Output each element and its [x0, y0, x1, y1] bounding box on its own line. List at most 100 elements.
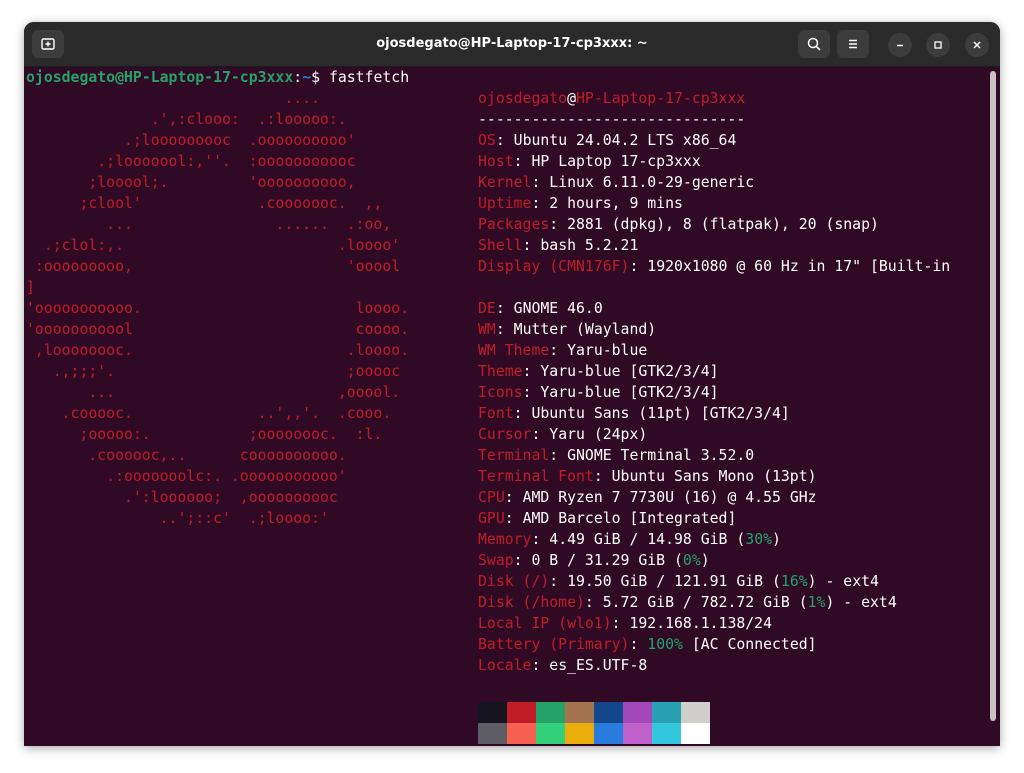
info-key: DE [478, 300, 496, 317]
info-key: OS [478, 132, 496, 149]
info-row: DE: GNOME 46.0 [478, 298, 603, 319]
palette-swatch [478, 723, 507, 744]
palette-swatch [565, 702, 594, 723]
ascii-logo-line: 'ooooooooooo. loooo. [26, 300, 410, 317]
ascii-logo-line: ] [26, 279, 35, 296]
maximize-button[interactable] [926, 33, 950, 57]
palette-swatch [507, 723, 536, 744]
info-title: ojosdegato@HP-Laptop-17-cp3xxx [478, 88, 745, 109]
info-key: CPU [478, 489, 505, 506]
info-value: Ubuntu Sans (11pt) [GTK2/3/4] [531, 405, 790, 422]
info-key: WM Theme [478, 342, 550, 359]
ascii-logo-line: ;ooooo:. ;oooooooc. :l. [26, 426, 383, 443]
ascii-logo-line: .;clol:,. .loooo' [26, 237, 401, 254]
ascii-logo-line: .;looooool:,''. :ooooooooooc [26, 153, 356, 170]
info-separator: ------------------------------ [478, 111, 746, 128]
info-value: es_ES.UTF-8 [549, 657, 648, 674]
info-key: Display (CMN176F) [478, 258, 630, 275]
palette-swatch [652, 723, 681, 744]
close-icon [973, 41, 981, 49]
info-key: Theme [478, 363, 523, 380]
ascii-logo-line: .',:clooo: .:looooo:. [26, 111, 347, 128]
info-key-suffix: : [593, 468, 612, 485]
info-percent: 0% [682, 552, 701, 569]
close-button[interactable] [965, 33, 989, 57]
ascii-logo-line: 'ooooooooool coooo. [26, 321, 410, 338]
palette-swatch [594, 702, 623, 723]
prompt-line: ojosdegato@HP-Laptop-17-cp3xxx:~$ fastfe… [26, 67, 409, 88]
info-row: Display (CMN176F): 1920x1080 @ 60 Hz in … [478, 256, 950, 277]
hamburger-menu-icon [849, 39, 857, 49]
info-key: Host [478, 153, 514, 170]
info-value: 5.72 GiB / 782.72 GiB ( [602, 594, 808, 611]
search-button[interactable] [798, 30, 830, 58]
ascii-logo-line: ..';::c' .;loooo:' [26, 510, 329, 527]
info-user: ojosdegato [478, 90, 568, 107]
info-key: Packages [478, 216, 550, 233]
info-value: GNOME Terminal 3.52.0 [567, 447, 755, 464]
info-value: Ubuntu Sans Mono (13pt) [611, 468, 817, 485]
info-key-suffix: : [531, 195, 550, 212]
info-key: Local IP (wlo1) [478, 615, 612, 632]
info-key: WM [478, 321, 496, 338]
info-value: Yaru-blue [567, 342, 648, 359]
info-key-suffix: : [549, 216, 568, 233]
ascii-logo-line: .coooooc,.. coooooooooo. [26, 447, 347, 464]
prompt-command: fastfetch [328, 69, 410, 86]
info-row: Local IP (wlo1): 192.168.1.138/24 [478, 613, 772, 634]
info-value: Yaru-blue [GTK2/3/4] [540, 384, 719, 401]
info-value: bash 5.2.21 [540, 237, 639, 254]
info-row: OS: Ubuntu 24.04.2 LTS x86_64 [478, 130, 736, 151]
info-row: Disk (/home): 5.72 GiB / 782.72 GiB (1%)… [478, 592, 897, 613]
menu-button[interactable] [837, 30, 869, 58]
info-value-suffix: ) [700, 552, 710, 569]
info-percent: 30% [745, 531, 773, 548]
info-key: Swap [478, 552, 514, 569]
info-row: Terminal Font: Ubuntu Sans Mono (13pt) [478, 466, 817, 487]
info-key: Terminal Font [478, 468, 594, 485]
info-row: CPU: AMD Ryzen 7 7730U (16) @ 4.55 GHz [478, 487, 817, 508]
info-value: AMD Barcelo [Integrated] [522, 510, 737, 527]
info-row: Disk (/): 19.50 GiB / 121.91 GiB (16%) -… [478, 571, 879, 592]
info-key-suffix: : [522, 384, 541, 401]
info-value: HP Laptop 17-cp3xxx [531, 153, 701, 170]
info-key: Font [478, 405, 514, 422]
info-key-suffix: : [549, 342, 568, 359]
search-icon [807, 37, 821, 51]
info-value: AMD Ryzen 7 7730U (16) @ 4.55 GHz [522, 489, 817, 506]
info-value: 2 hours, 9 mins [549, 195, 683, 212]
prompt-colon: : [293, 69, 303, 86]
palette-swatch [565, 723, 594, 744]
info-value: Yaru (24px) [549, 426, 648, 443]
ascii-logo-line: ... ...... .:oo, [26, 216, 392, 233]
ascii-logo-line: .,;;;'. ;ooooc [26, 363, 401, 380]
minimize-button[interactable] [888, 33, 912, 57]
info-value: 1920x1080 @ 60 Hz in 17" [Built-in [647, 258, 951, 275]
info-key-suffix: : [495, 321, 514, 338]
info-key-suffix: : [513, 405, 532, 422]
info-percent: 1% [807, 594, 826, 611]
info-row: Memory: 4.49 GiB / 14.98 GiB (30%) [478, 529, 781, 550]
ascii-logo-line: ;clool' .cooooooc. ,, [26, 195, 383, 212]
info-key-suffix: : [629, 636, 648, 653]
ascii-logo-line: ... ,ooool. [26, 384, 401, 401]
palette-swatch [623, 702, 652, 723]
ascii-logo-line: .:ooooooolc:. .ooooooooooo' [26, 468, 347, 485]
info-row: Shell: bash 5.2.21 [478, 235, 638, 256]
info-key: Cursor [478, 426, 532, 443]
info-key: Icons [478, 384, 523, 401]
info-row: Host: HP Laptop 17-cp3xxx [478, 151, 701, 172]
info-key-suffix: : [504, 489, 523, 506]
info-key-suffix: : [549, 447, 568, 464]
ascii-logo-line: ,loooooooc. .loooo. [26, 342, 410, 359]
scrollbar[interactable] [990, 71, 996, 721]
info-value: Ubuntu 24.04.2 LTS x86_64 [513, 132, 737, 149]
info-key: Kernel [478, 174, 532, 191]
header-bar: ojosdegato@HP-Laptop-17-cp3xxx: ~ [24, 22, 1000, 67]
ascii-logo-line: :ooooooooo, 'ooool [26, 258, 401, 275]
info-value-suffix: ) [772, 531, 781, 548]
info-key: Locale [478, 657, 532, 674]
info-key-suffix: : [513, 552, 532, 569]
info-row: Kernel: Linux 6.11.0-29-generic [478, 172, 754, 193]
terminal-content[interactable]: ojosdegato@HP-Laptop-17-cp3xxx:~$ fastfe… [24, 67, 1000, 746]
